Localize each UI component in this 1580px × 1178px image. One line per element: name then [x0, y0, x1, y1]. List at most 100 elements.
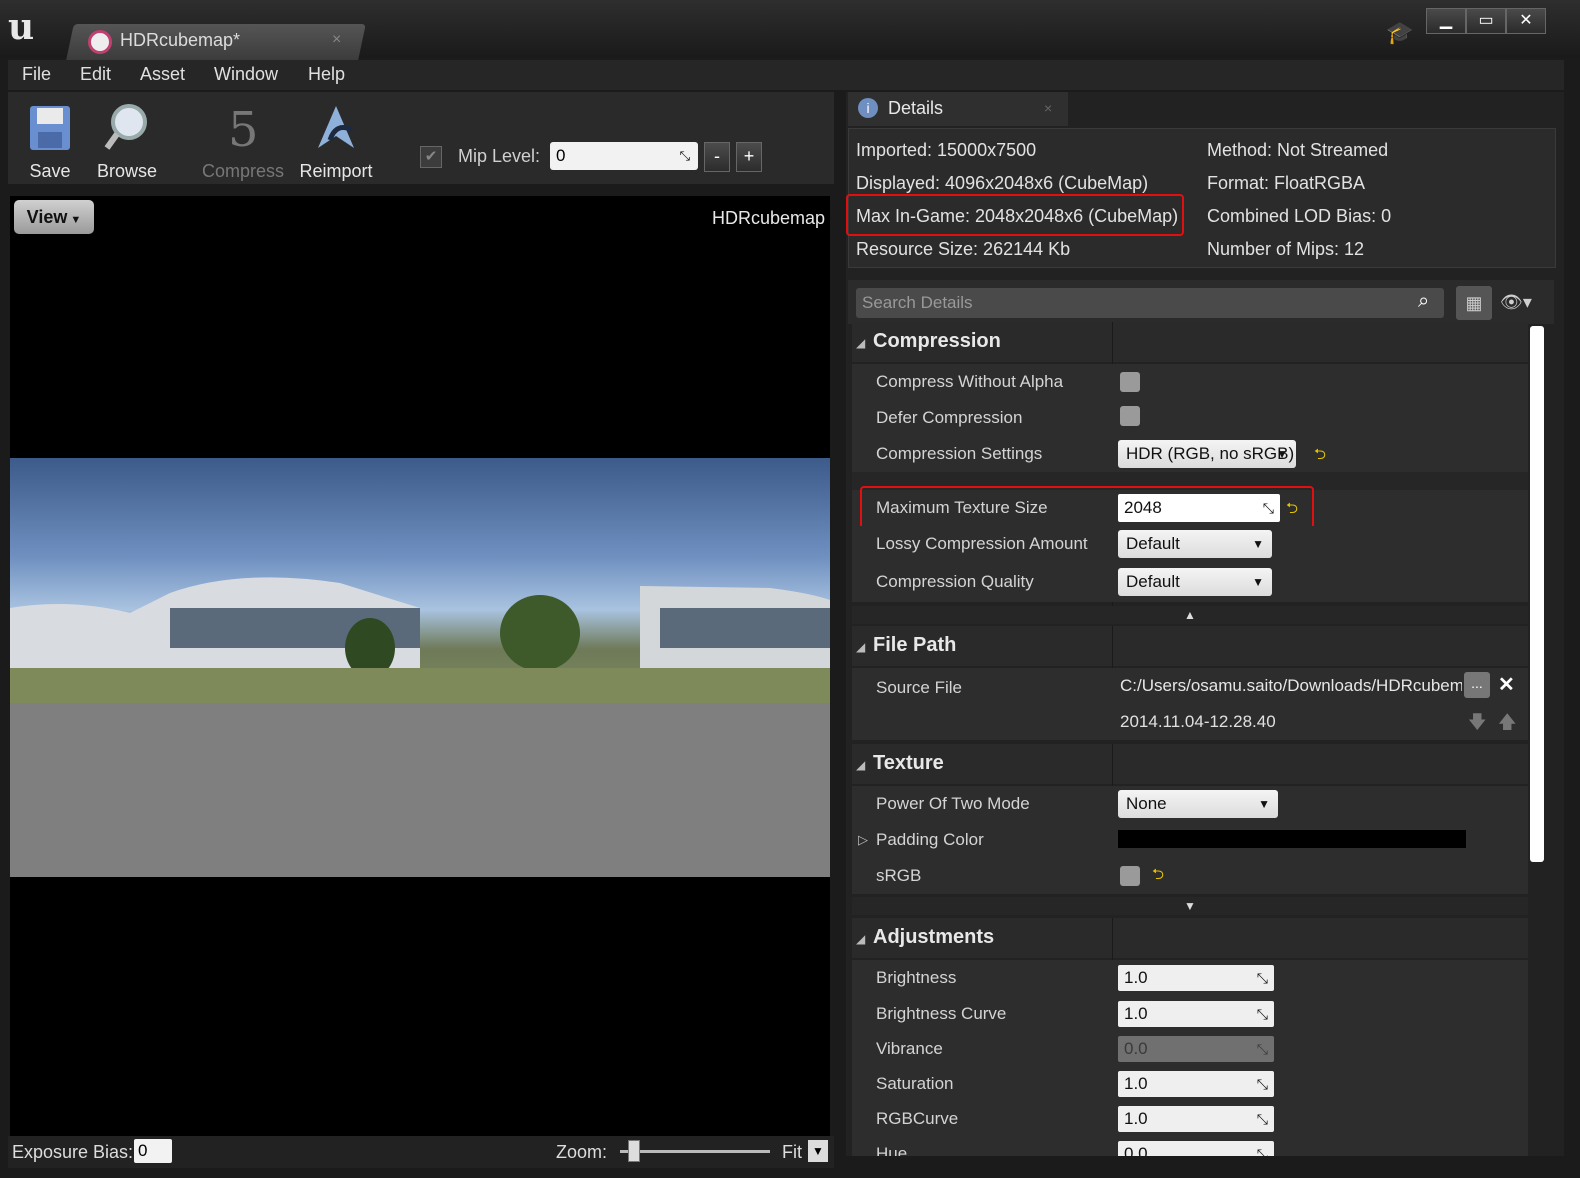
compression-settings-dropdown[interactable]: HDR (RGB, no sRGB) ▼: [1118, 440, 1296, 468]
save-button[interactable]: Save: [10, 96, 90, 182]
row-lossy-compression: Lossy Compression Amount Default ▼: [852, 526, 1528, 562]
section-title-file-path: File Path: [873, 634, 957, 656]
prop-label: RGBCurve: [876, 1109, 959, 1128]
save-icon: [30, 106, 70, 150]
details-tab[interactable]: [848, 92, 1068, 126]
exposure-bias-input[interactable]: 0: [134, 1139, 172, 1163]
mip-level-checkbox[interactable]: ✔: [420, 146, 442, 168]
adjustment-value-input[interactable]: 1.0 ⤡: [1118, 1071, 1274, 1097]
visibility-eye-icon[interactable]: 👁▾: [1500, 292, 1532, 313]
grid-icon: ▦: [1465, 293, 1483, 313]
adjustment-value-input[interactable]: 1.0 ⤡: [1118, 1001, 1274, 1027]
prop-label: Compression Quality: [876, 572, 1034, 591]
tutorial-hat-icon[interactable]: 🎓: [1386, 20, 1413, 46]
exposure-bias-value: 0: [138, 1141, 148, 1160]
expand-arrow-icon[interactable]: ▷: [858, 832, 868, 848]
adjustment-value: 1.0: [1124, 968, 1148, 987]
menu-file[interactable]: File: [22, 64, 51, 85]
dropdown-value: HDR (RGB, no sRGB): [1126, 444, 1295, 463]
close-window-button[interactable]: ✕: [1506, 8, 1546, 34]
compress-icon: 5: [228, 102, 259, 158]
compress-without-alpha-checkbox[interactable]: [1120, 372, 1140, 392]
tab-close-icon[interactable]: ×: [332, 31, 341, 49]
adjustment-value: 1.0: [1124, 1004, 1148, 1023]
search-details-input[interactable]: Search Details: [856, 288, 1444, 318]
row-adjustment: Brightness Curve 1.0 ⤡: [852, 996, 1528, 1032]
adjustment-value-input[interactable]: 1.0 ⤡: [1118, 1106, 1274, 1132]
texture-asset-icon: [88, 30, 112, 54]
browse-label: Browse: [96, 161, 158, 181]
magnifier-icon: [104, 104, 147, 150]
row-srgb: sRGB ⮌: [852, 858, 1528, 894]
details-scrollbar[interactable]: [1530, 326, 1544, 862]
viewport-asset-name: HDRcubemap: [712, 208, 826, 228]
reset-to-default-icon[interactable]: ⮌: [1152, 864, 1164, 889]
adjustment-value: 1.0: [1124, 1074, 1148, 1093]
section-title-texture: Texture: [873, 752, 944, 774]
row-adjustment: Saturation 1.0 ⤡: [852, 1066, 1528, 1102]
clear-path-icon[interactable]: ✕: [1498, 672, 1515, 697]
compression-quality-dropdown[interactable]: Default ▼: [1118, 568, 1272, 596]
exposure-bias-label: Exposure Bias:: [12, 1142, 134, 1162]
details-bottom-edge: [846, 1156, 1564, 1178]
mip-decrease-button[interactable]: -: [704, 142, 730, 172]
expand-triangle-icon: ◢: [856, 336, 866, 350]
mip-level-value: 0: [556, 146, 566, 165]
srgb-checkbox[interactable]: [1120, 866, 1140, 886]
collapse-advanced-button[interactable]: ▲: [852, 606, 1528, 624]
arrow-down-icon[interactable]: 🡇: [1468, 710, 1487, 740]
expand-advanced-button[interactable]: ▼: [852, 897, 1528, 915]
dropdown-value: Default: [1126, 572, 1180, 591]
lossy-compression-dropdown[interactable]: Default ▼: [1118, 530, 1272, 558]
row-compression-settings: Compression Settings HDR (RGB, no sRGB) ▼…: [852, 436, 1528, 472]
prop-label: Compress Without Alpha: [876, 372, 1064, 391]
compress-button[interactable]: 5 Compress: [202, 96, 284, 182]
section-file-path[interactable]: ◢ File Path: [852, 626, 1528, 666]
property-matrix-button[interactable]: ▦: [1456, 286, 1492, 320]
minimize-button[interactable]: ▁: [1426, 8, 1466, 34]
reimport-button[interactable]: Reimport: [296, 96, 376, 182]
power-of-two-dropdown[interactable]: None ▼: [1118, 790, 1278, 818]
row-compression-quality: Compression Quality Default ▼: [852, 562, 1528, 602]
dropdown-value: None: [1126, 794, 1167, 813]
prop-label: Saturation: [876, 1074, 954, 1093]
section-texture[interactable]: ◢ Texture: [852, 744, 1528, 784]
arrow-up-icon[interactable]: 🡅: [1498, 710, 1517, 740]
streaming-method: Method: Not Streamed: [1207, 140, 1389, 160]
mip-increase-button[interactable]: +: [736, 142, 762, 172]
info-icon: i: [858, 98, 878, 118]
reimport-icon: [318, 106, 354, 148]
zoom-slider[interactable]: [620, 1150, 770, 1153]
adjustment-value-input[interactable]: 1.0 ⤡: [1118, 965, 1274, 991]
mip-level-input[interactable]: 0 ⤡: [550, 142, 698, 170]
buildings-silhouette: [10, 577, 830, 703]
drag-arrows-icon: ⤡: [1256, 970, 1268, 986]
section-compression[interactable]: ◢ Compression: [852, 322, 1528, 362]
maximize-button[interactable]: ▭: [1466, 8, 1506, 34]
menu-asset[interactable]: Asset: [140, 64, 185, 85]
menu-help[interactable]: Help: [308, 64, 345, 85]
pixel-format: Format: FloatRGBA: [1207, 173, 1366, 193]
section-title-adjustments: Adjustments: [873, 926, 995, 948]
drag-arrows-icon: ⤡: [679, 148, 690, 163]
view-menu-button[interactable]: View ▼: [14, 200, 94, 234]
zoom-slider-handle[interactable]: [628, 1140, 640, 1162]
source-file-timestamp: 2014.11.04-12.28.40: [1120, 712, 1276, 731]
reset-to-default-icon[interactable]: ⮌: [1314, 444, 1326, 469]
document-tab-label: HDRcubemap*: [120, 30, 241, 50]
search-icon[interactable]: ⌕: [1418, 290, 1429, 313]
adjustment-value-input: 0.0 ⤡: [1118, 1036, 1274, 1062]
prop-label: Defer Compression: [876, 408, 1023, 427]
defer-compression-checkbox[interactable]: [1120, 406, 1140, 426]
menu-edit[interactable]: Edit: [80, 64, 111, 85]
search-placeholder: Search Details: [862, 293, 973, 312]
browse-button[interactable]: Browse: [87, 96, 167, 182]
padding-color-swatch[interactable]: [1118, 830, 1466, 848]
details-close-icon[interactable]: ×: [1044, 100, 1052, 116]
section-adjustments[interactable]: ◢ Adjustments: [852, 918, 1528, 958]
zoom-mode-dropdown[interactable]: ▼: [808, 1140, 828, 1162]
browse-source-button[interactable]: ...: [1464, 672, 1490, 698]
menu-window[interactable]: Window: [214, 64, 278, 85]
imported-size: Imported: 15000x7500: [856, 140, 1037, 160]
row-power-of-two: Power Of Two Mode None ▼: [852, 786, 1528, 822]
